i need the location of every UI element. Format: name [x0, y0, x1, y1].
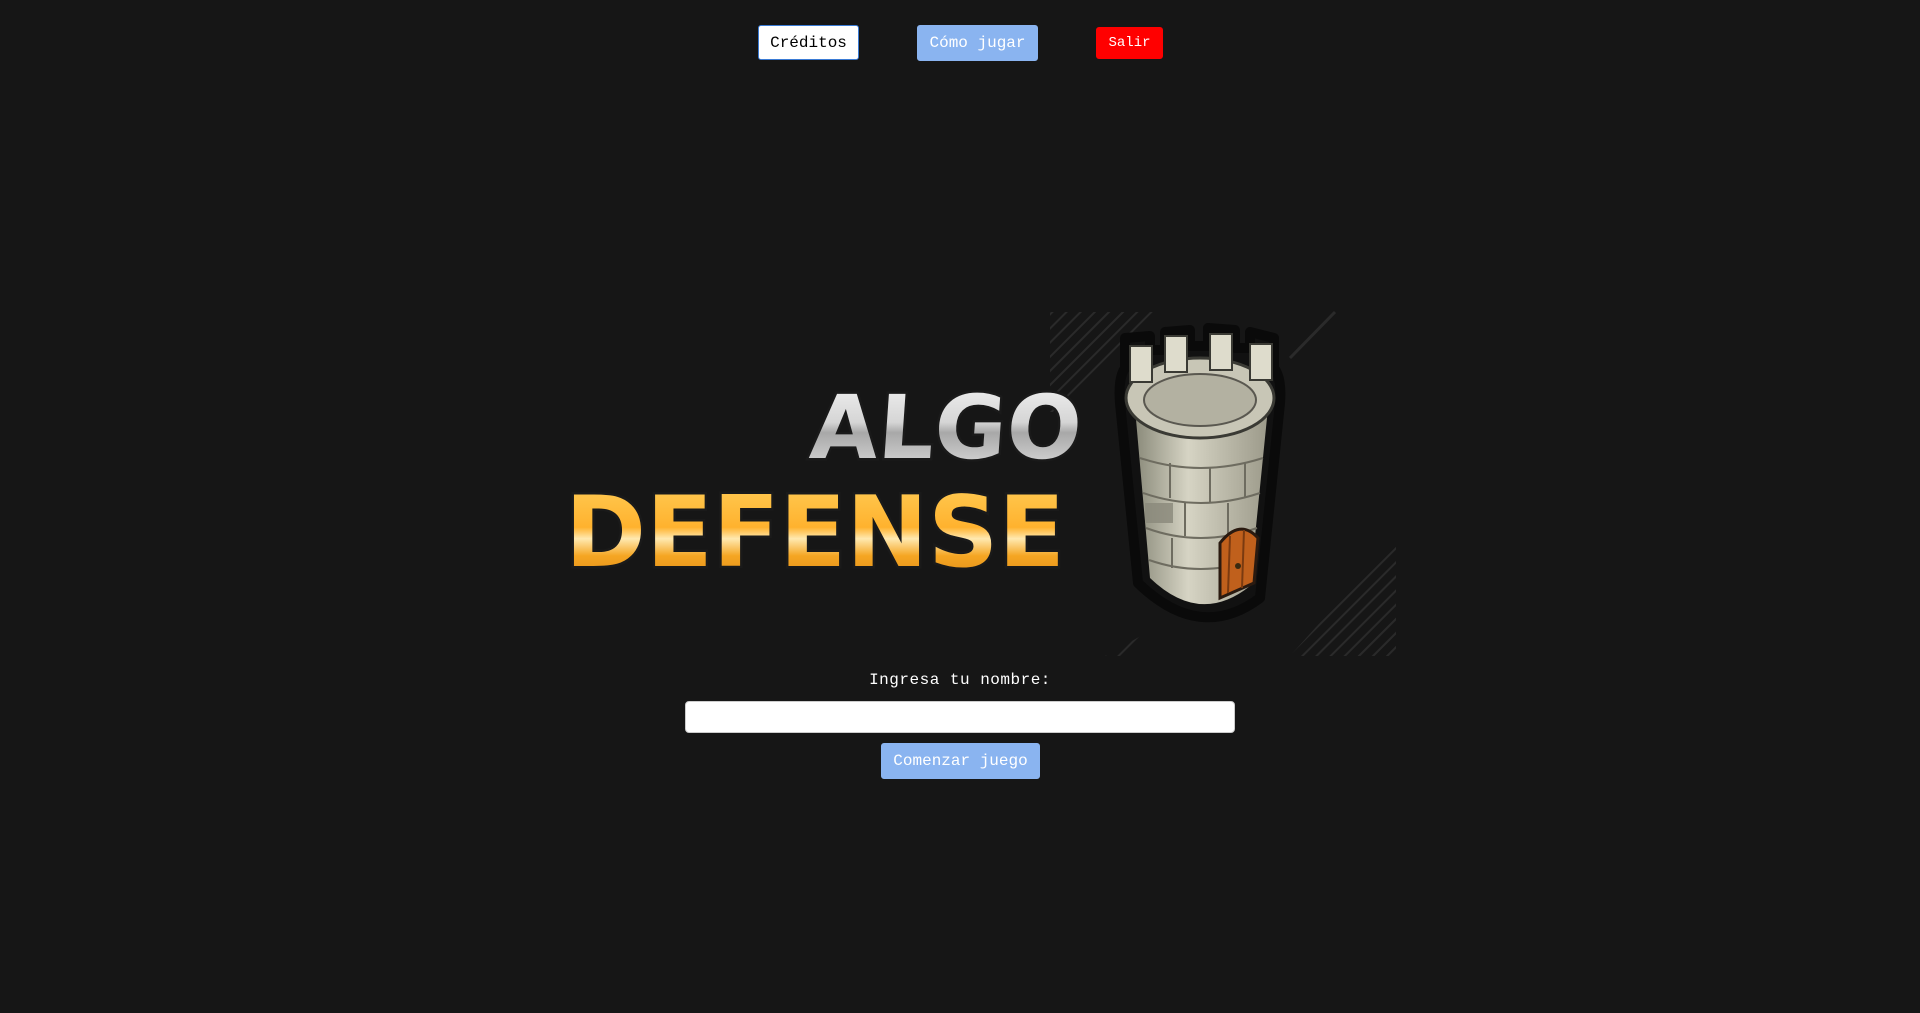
- start-game-button[interactable]: Comenzar juego: [881, 743, 1040, 779]
- game-logo: ALGO DEFENSE: [563, 310, 1396, 656]
- logo-line-defense: DEFENSE: [565, 476, 1065, 590]
- como-jugar-button[interactable]: Cómo jugar: [917, 25, 1038, 61]
- logo-stripes-decoration: [1105, 628, 1155, 656]
- main-menu-screen: Créditos Cómo jugar Salir ALGO DEFENSE I…: [0, 0, 1920, 1013]
- logo-stripes-decoration: [1290, 538, 1396, 656]
- name-input[interactable]: [685, 701, 1235, 733]
- salir-button[interactable]: Salir: [1096, 27, 1163, 59]
- name-label: Ingresa tu nombre:: [869, 671, 1051, 689]
- creditos-button[interactable]: Créditos: [758, 25, 859, 60]
- castle-tower-icon: [1114, 323, 1286, 623]
- logo-line-algo: ALGO: [807, 376, 1085, 479]
